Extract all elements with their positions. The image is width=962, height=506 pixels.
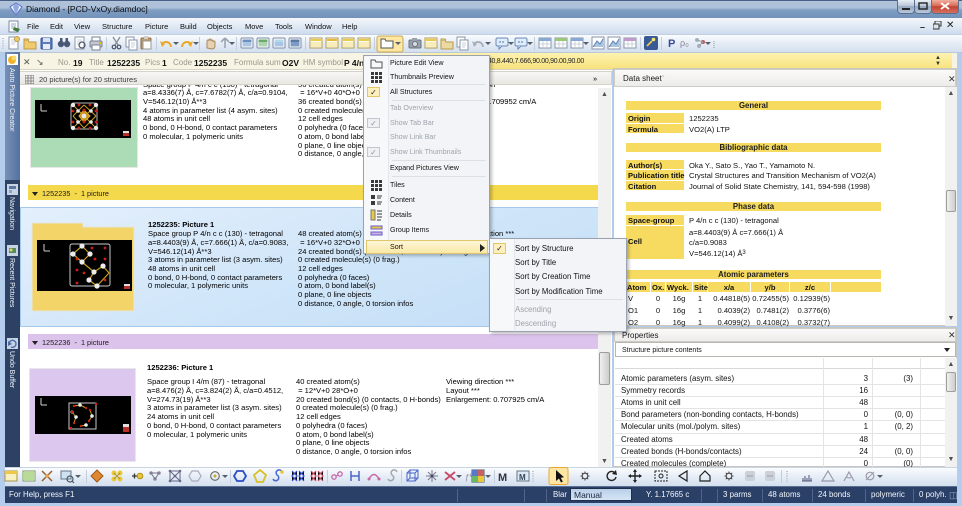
- svg-text:M: M: [498, 472, 507, 484]
- svg-text:M: M: [519, 473, 526, 482]
